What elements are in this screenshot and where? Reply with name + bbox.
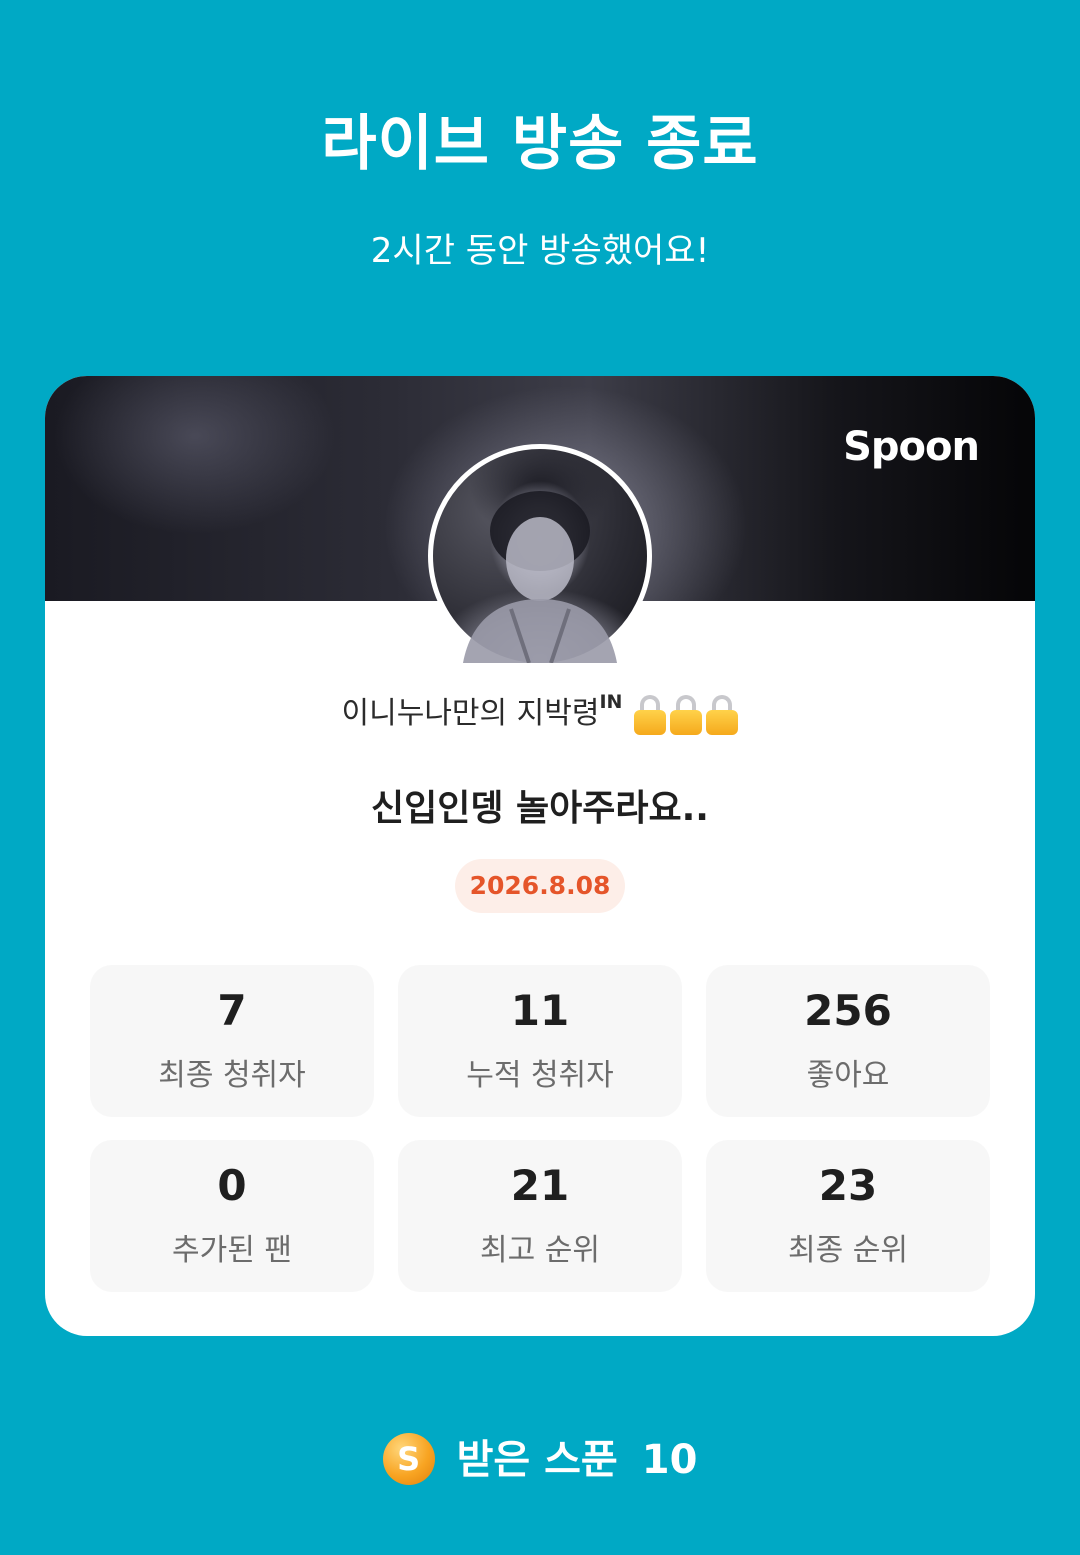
stat-value: 0 (217, 1161, 247, 1210)
stat-label: 좋아요 (806, 1058, 890, 1093)
broadcast-title: 신입인뎅 놀아주라요.. (371, 788, 709, 829)
lock-icon (670, 695, 703, 735)
stat-label: 추가된 팬 (172, 1233, 292, 1268)
received-spoons: S 받은 스푼 10 (0, 1430, 1080, 1490)
spoon-logo: Spoon (843, 424, 980, 470)
spoon-coin-icon: S (382, 1433, 435, 1485)
avatar-figure (463, 491, 617, 663)
stat-highest-rank: 21 최고 순위 (398, 1140, 682, 1292)
stat-value: 7 (217, 986, 247, 1035)
received-spoons-count: 10 (641, 1437, 698, 1483)
username-superscript: IN (599, 691, 623, 713)
username-text: 이니누나만의 지박령 (341, 696, 600, 731)
avatar[interactable] (428, 444, 652, 668)
stat-total-listeners: 11 누적 청취자 (398, 965, 682, 1117)
stat-label: 최고 순위 (480, 1233, 600, 1268)
stat-label: 누적 청취자 (466, 1058, 614, 1093)
stat-value: 23 (818, 1161, 878, 1210)
stat-value: 11 (510, 986, 570, 1035)
stat-final-rank: 23 최종 순위 (706, 1140, 990, 1292)
page-title: 라이브 방송 종료 (321, 109, 759, 179)
broadcast-summary-card: Spoon 이니누나만의 지박령IN 신입인뎅 놀아주라요.. 2026.8.0… (45, 376, 1035, 1336)
stat-new-fans: 0 추가된 팬 (90, 1140, 374, 1292)
stat-label: 최종 청취자 (158, 1058, 306, 1093)
page-subtitle: 2시간 동안 방송했어요! (370, 231, 710, 271)
lock-icon (634, 695, 667, 735)
lock-icons (630, 693, 739, 737)
stat-label: 최종 순위 (788, 1233, 908, 1268)
username: 이니누나만의 지박령IN (45, 684, 1035, 737)
stat-value: 256 (804, 986, 892, 1035)
stat-final-listeners: 7 최종 청취자 (90, 965, 374, 1117)
received-spoons-label: 받은 스푼 (456, 1437, 618, 1483)
lock-icon (706, 695, 739, 735)
date-badge: 2026.8.08 (455, 859, 625, 913)
stat-likes: 256 좋아요 (706, 965, 990, 1117)
stat-value: 21 (510, 1161, 570, 1210)
